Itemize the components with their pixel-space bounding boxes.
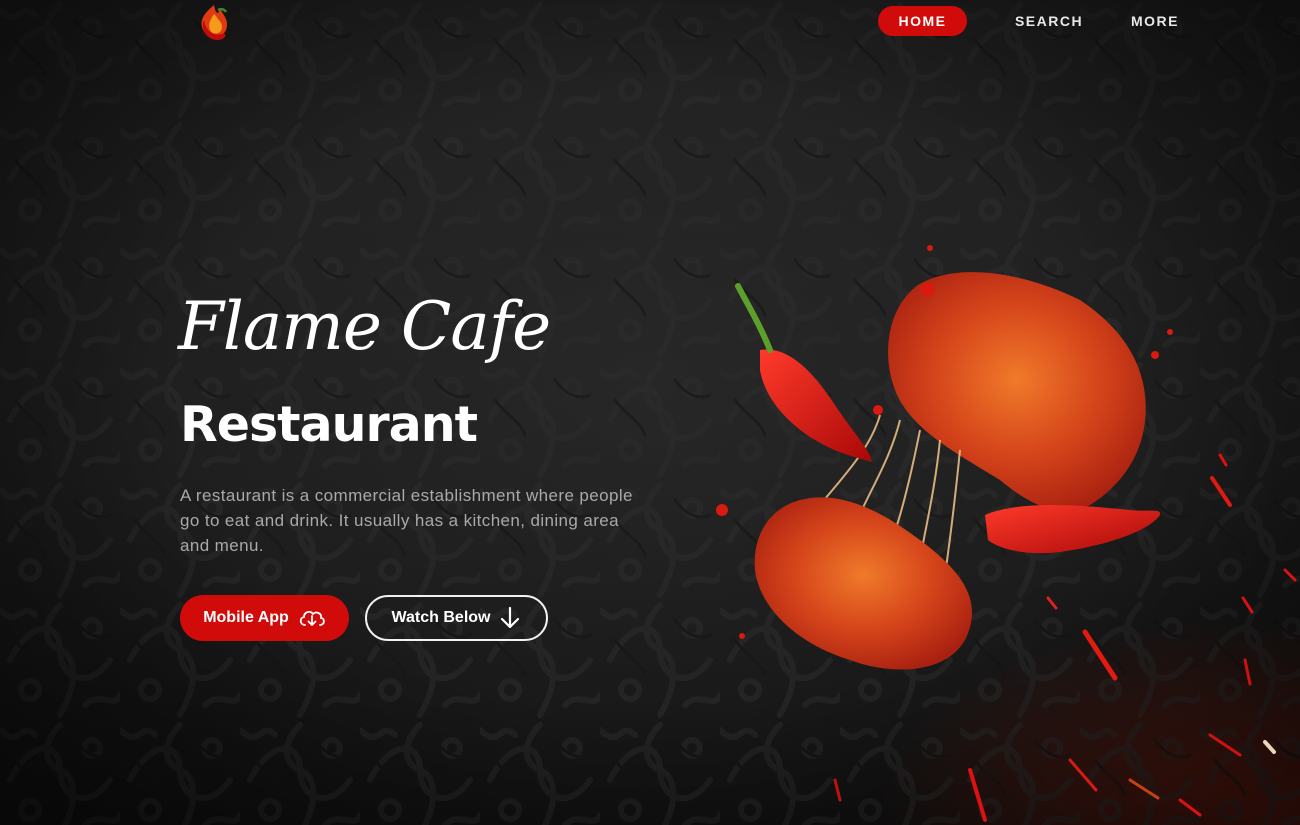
nav-home-link[interactable]: HOME	[878, 6, 967, 36]
cloud-download-icon	[298, 608, 326, 628]
watch-below-button[interactable]: Watch Below	[365, 595, 548, 641]
hero-description: A restaurant is a commercial establishme…	[180, 486, 633, 555]
mobile-app-button[interactable]: Mobile App	[180, 595, 349, 641]
nav-search-link[interactable]: SEARCH	[1010, 6, 1088, 36]
hero-script-title: Flame Cafe	[178, 288, 551, 365]
hero-title: Restaurant	[180, 396, 478, 453]
mobile-app-button-label: Mobile App	[203, 609, 289, 626]
flame-chili-logo-icon[interactable]	[192, 2, 236, 44]
hero-food-image	[716, 245, 1173, 670]
watch-below-button-label: Watch Below	[391, 609, 491, 626]
arrow-down-icon	[499, 606, 521, 630]
nav-more-link[interactable]: MORE	[1126, 6, 1184, 36]
